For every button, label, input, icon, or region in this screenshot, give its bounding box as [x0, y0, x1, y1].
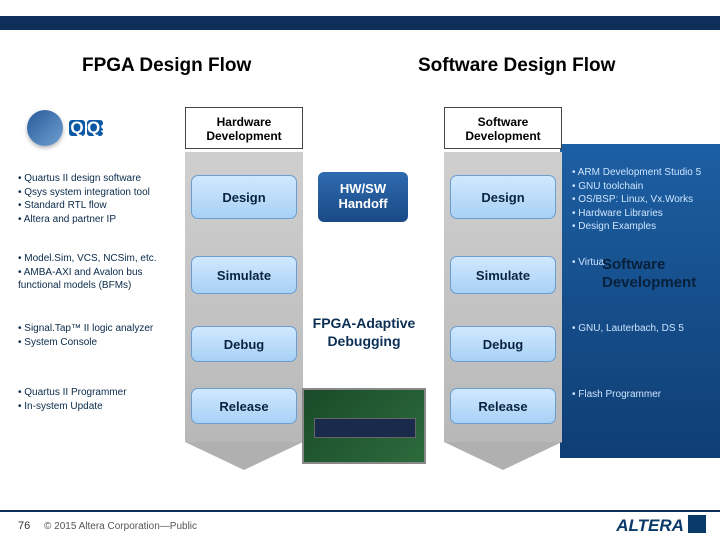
altera-box-icon: [688, 515, 706, 533]
stage-left-release: Release: [191, 388, 297, 424]
left-notes-release: Quartus II ProgrammerIn-system Update: [12, 386, 184, 413]
note-item: AMBA-AXI and Avalon bus functional model…: [18, 266, 184, 293]
note-item: GNU toolchain: [572, 180, 714, 194]
note-item: ARM Development Studio 5: [572, 166, 714, 180]
footer: 76 © 2015 Altera Corporation—Public ALTE…: [0, 510, 720, 540]
title-fpga: FPGA Design Flow: [82, 55, 251, 77]
right-notes-debug: GNU, Lauterbach, DS 5: [566, 322, 714, 336]
note-item: Flash Programmer: [572, 388, 714, 402]
note-item: Hardware Libraries: [572, 207, 714, 221]
stage-right-debug: Debug: [450, 326, 556, 362]
note-item: Altera and partner IP: [18, 213, 184, 227]
left-notes-simulate: Model.Sim, VCS, NCSim, etc.AMBA-AXI and …: [12, 252, 184, 293]
stage-left-design: Design: [191, 175, 297, 219]
left-flow-arrow-icon: [185, 442, 303, 470]
dev-board-image: [302, 388, 426, 464]
hardware-dev-header: Hardware Development: [185, 107, 303, 149]
stage-left-debug: Debug: [191, 326, 297, 362]
note-item: GNU, Lauterbach, DS 5: [572, 322, 714, 336]
fpga-adaptive-label: FPGA-Adaptive Debugging: [298, 315, 430, 350]
hw-sw-handoff: HW/SW Handoff: [318, 172, 408, 222]
note-item: Model.Sim, VCS, NCSim, etc.: [18, 252, 184, 266]
page-number: 76: [18, 520, 30, 532]
copyright: © 2015 Altera Corporation—Public: [44, 521, 197, 532]
big-software-dev-text: Software Development: [602, 256, 696, 291]
note-item: In-system Update: [18, 400, 184, 414]
left-notes-debug: Signal.Tap™ II logic analyzerSystem Cons…: [12, 322, 184, 349]
right-notes-design: ARM Development Studio 5GNU toolchainOS/…: [566, 166, 714, 234]
stage-right-design: Design: [450, 175, 556, 219]
note-item: OS/BSP: Linux, Vx.Works: [572, 193, 714, 207]
stage-left-simulate: Simulate: [191, 256, 297, 294]
stage-right-release: Release: [450, 388, 556, 424]
quartus-icon: [27, 110, 63, 146]
altera-logo: ALTERA: [616, 515, 706, 536]
note-item: Quartus II design software: [18, 172, 184, 186]
note-item: Quartus II Programmer: [18, 386, 184, 400]
right-flow-arrow-icon: [444, 442, 562, 470]
qsys-text: Qsys: [87, 120, 103, 136]
note-item: Signal.Tap™ II logic analyzer: [18, 322, 184, 336]
right-notes-release: Flash Programmer: [566, 388, 714, 402]
note-item: System Console: [18, 336, 184, 350]
stage-right-simulate: Simulate: [450, 256, 556, 294]
handoff-label: HW/SW Handoff: [338, 181, 387, 211]
note-item: Standard RTL flow: [18, 199, 184, 213]
adaptive-text: FPGA-Adaptive Debugging: [313, 315, 416, 349]
hardware-dev-label: Hardware Development: [206, 115, 281, 143]
altera-brand-text: ALTERA: [616, 516, 683, 535]
top-stripe: [0, 16, 720, 30]
title-software: Software Design Flow: [418, 55, 615, 77]
software-dev-header: Software Development: [444, 107, 562, 149]
tool-logos: QQsys: [27, 110, 105, 146]
software-dev-label: Software Development: [465, 115, 540, 143]
slide-root: FPGA Design Flow Software Design Flow QQ…: [0, 0, 720, 540]
note-item: Design Examples: [572, 220, 714, 234]
qsys-logo: QQsys: [69, 118, 105, 138]
note-item: Qsys system integration tool: [18, 186, 184, 200]
big-software-dev-label: Software Development: [602, 256, 696, 292]
left-notes-design: Quartus II design softwareQsys system in…: [12, 172, 184, 226]
